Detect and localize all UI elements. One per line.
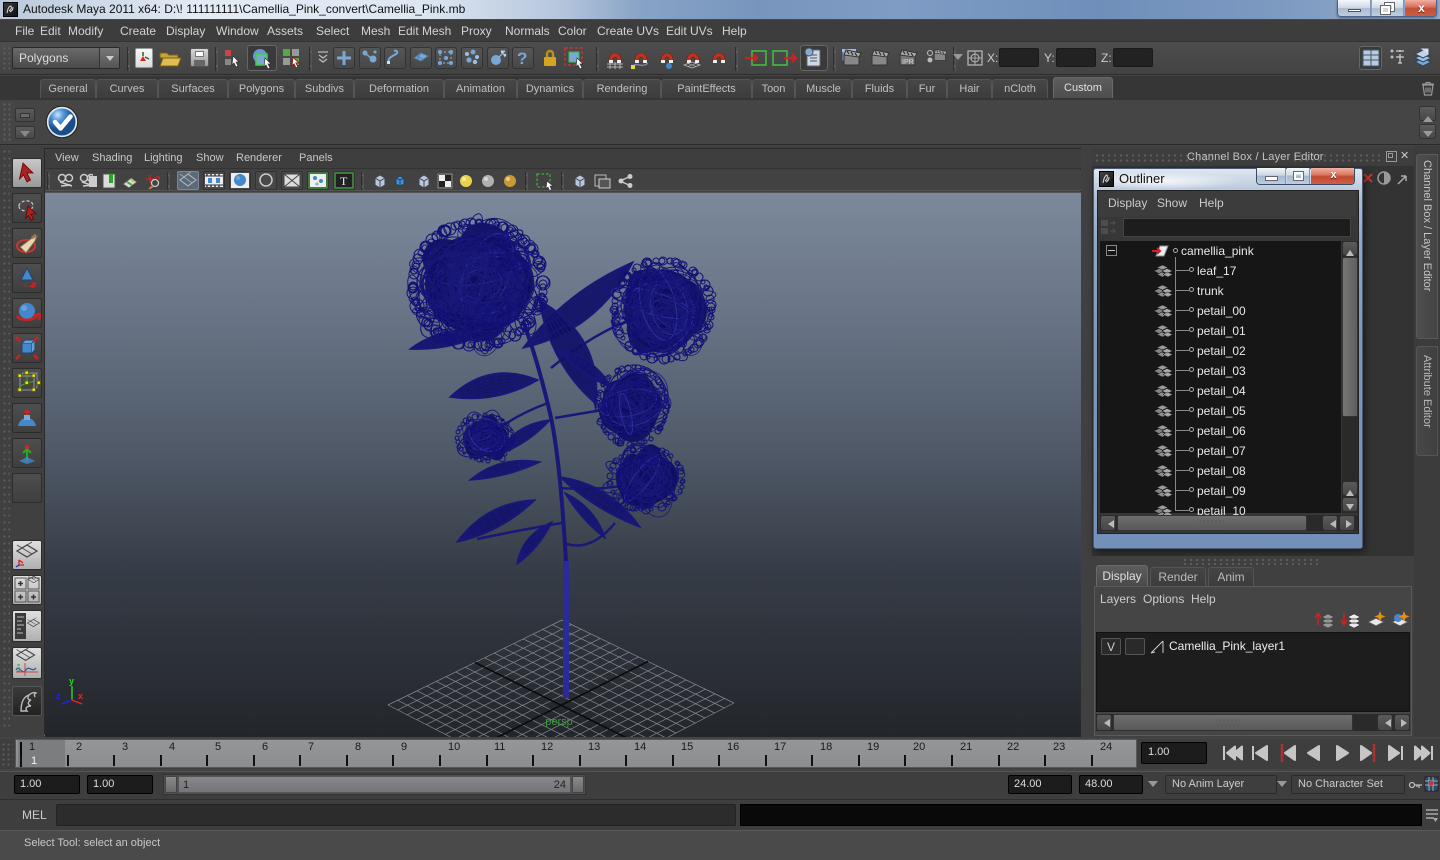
svg-text:IPR: IPR [902, 59, 914, 66]
svg-text:x: x [78, 691, 83, 701]
svg-text:z: z [56, 691, 61, 701]
svg-text:?: ? [517, 49, 527, 68]
svg-text:T: T [340, 174, 348, 188]
svg-text:y: y [69, 676, 74, 686]
svg-text:persp: persp [545, 716, 573, 728]
